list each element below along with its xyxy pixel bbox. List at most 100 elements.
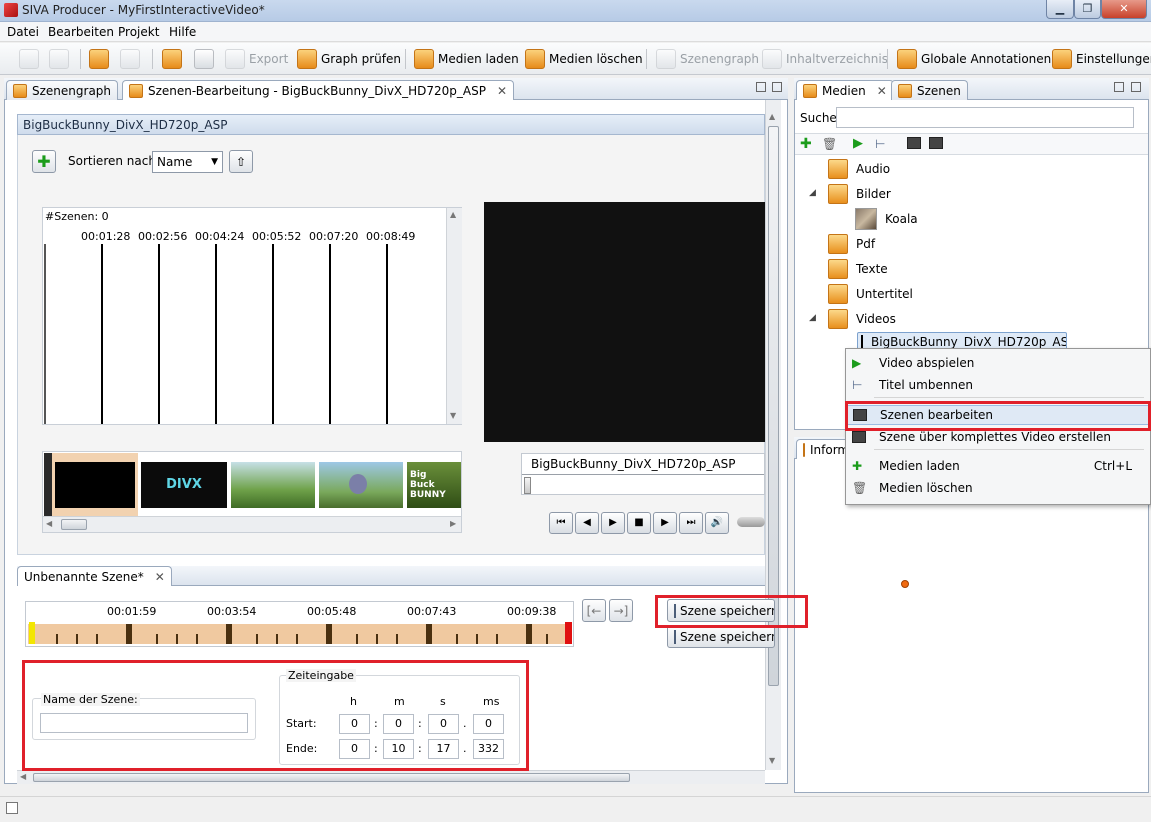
- thumbnail[interactable]: [319, 462, 403, 508]
- close-tab-icon[interactable]: ✕: [155, 570, 165, 584]
- close-button[interactable]: ✕: [1101, 0, 1147, 19]
- section-header: BigBuckBunny_DivX_HD720p_ASP: [17, 114, 765, 135]
- video-seek-slider[interactable]: [524, 477, 531, 494]
- title-bar: SIVA Producer - MyFirstInteractiveVideo*…: [0, 0, 1151, 22]
- save-all-button[interactable]: [49, 47, 69, 71]
- thumbnail-selected[interactable]: [52, 453, 138, 517]
- sort-label: Sortieren nach:: [68, 154, 160, 168]
- graph-check-button[interactable]: Graph prüfen: [297, 47, 401, 71]
- menu-datei[interactable]: Datei: [7, 25, 39, 39]
- volume-icon[interactable]: 🔊: [705, 512, 729, 534]
- start-marker[interactable]: [29, 622, 35, 644]
- play-icon[interactable]: ▶: [601, 512, 625, 534]
- menu-item-video-abspielen[interactable]: ▶ Video abspielen: [846, 353, 1150, 373]
- tab-informationen[interactable]: Informationen: [796, 439, 850, 460]
- menu-bearbeiten[interactable]: Bearbeiten: [48, 25, 114, 39]
- menu-item-titel-umbennen[interactable]: ⊢ Titel umbennen: [846, 375, 1150, 395]
- delete-media-button[interactable]: Medien löschen: [525, 47, 643, 71]
- video-preview: [484, 202, 765, 442]
- tab-szenen-bearbeitung[interactable]: Szenen-Bearbeitung - BigBuckBunny_DivX_H…: [122, 80, 515, 101]
- clapper-icon[interactable]: [907, 137, 921, 149]
- thumbnail[interactable]: DIVX: [141, 462, 227, 508]
- timeline-track[interactable]: [28, 624, 572, 644]
- tree-item-audio[interactable]: Audio: [828, 158, 890, 180]
- tab-medien[interactable]: Medien ✕: [796, 80, 894, 101]
- redo-button[interactable]: [120, 47, 140, 71]
- app-icon: [4, 3, 18, 17]
- load-media-button[interactable]: Medien laden: [414, 47, 519, 71]
- thumbnail[interactable]: Big Buck BUNNY: [407, 462, 461, 508]
- play-icon[interactable]: ▶: [853, 136, 863, 151]
- fast-view-icon[interactable]: [6, 802, 18, 814]
- thumbnail[interactable]: [231, 462, 315, 508]
- maximize-view-icon[interactable]: [772, 82, 782, 92]
- rename-icon[interactable]: ⊢: [875, 137, 885, 151]
- maximize-button[interactable]: ❐: [1074, 0, 1101, 19]
- menu-projekt[interactable]: Projekt: [118, 25, 159, 39]
- scene-graph-button[interactable]: Szenengraph: [656, 47, 759, 71]
- vertical-scrollbar[interactable]: ▲ ▼: [446, 208, 462, 424]
- scrollbar-thumb[interactable]: [61, 519, 87, 530]
- editor-horizontal-scrollbar[interactable]: ◀: [17, 770, 765, 784]
- skip-start-icon[interactable]: ⏮: [549, 512, 573, 534]
- videos-icon: [828, 309, 848, 329]
- tab-unbenannte-szene[interactable]: Unbenannte Szene* ✕: [17, 566, 172, 586]
- step-forward-icon[interactable]: ▶: [653, 512, 677, 534]
- media-icon: [803, 84, 817, 98]
- add-scene-button[interactable]: ✚: [32, 150, 56, 173]
- menu-item-medien-laden[interactable]: ✚ Medien laden Ctrl+L: [846, 456, 1150, 476]
- subtitle-icon: [828, 284, 848, 304]
- set-end-button[interactable]: →]: [609, 599, 633, 622]
- tree-item-koala[interactable]: Koala: [855, 208, 918, 230]
- maximize-view-icon[interactable]: [1131, 82, 1141, 92]
- sort-select[interactable]: Name ▼: [152, 151, 223, 173]
- minimize-view-icon[interactable]: [756, 82, 766, 92]
- add-icon[interactable]: ✚: [800, 136, 812, 152]
- timeline-tick: [329, 244, 331, 424]
- audio-icon: [828, 159, 848, 179]
- minimize-button[interactable]: ▁: [1046, 0, 1074, 19]
- close-tab-icon[interactable]: ✕: [877, 84, 887, 98]
- expand-icon[interactable]: ◢: [809, 188, 816, 198]
- save-scene-button-2[interactable]: Szene speichern: [667, 625, 775, 648]
- settings-button[interactable]: Einstellungen: [1052, 47, 1151, 71]
- save-button[interactable]: [162, 47, 182, 71]
- step-back-icon[interactable]: ◀: [575, 512, 599, 534]
- play-icon: ▶: [852, 356, 862, 370]
- tab-szenengraph[interactable]: Szenengraph: [6, 80, 119, 101]
- trash-icon[interactable]: 🗑: [822, 137, 837, 151]
- menu-hilfe[interactable]: Hilfe: [169, 25, 196, 39]
- window-title: SIVA Producer - MyFirstInteractiveVideo*: [22, 3, 265, 17]
- search-input[interactable]: [836, 107, 1134, 128]
- minimize-view-icon[interactable]: [1114, 82, 1124, 92]
- tree-item-texte[interactable]: Texte: [828, 258, 888, 280]
- scrollbar-thumb[interactable]: [33, 773, 630, 782]
- close-tab-icon[interactable]: ✕: [497, 84, 507, 98]
- new-button[interactable]: [19, 47, 39, 71]
- stop-icon[interactable]: ■: [627, 512, 651, 534]
- tree-item-pdf[interactable]: Pdf: [828, 233, 875, 255]
- expand-icon[interactable]: ◢: [809, 313, 816, 323]
- save-as-button[interactable]: [194, 47, 214, 71]
- sort-order-button[interactable]: ⇧: [229, 150, 253, 173]
- global-annotations-button[interactable]: Globale Annotationen: [897, 47, 1051, 71]
- volume-slider[interactable]: [737, 517, 765, 527]
- end-marker[interactable]: [565, 622, 572, 644]
- undo-icon: [89, 49, 109, 69]
- clapper-all-icon[interactable]: [929, 137, 943, 149]
- export-button[interactable]: Export: [225, 47, 288, 71]
- menu-item-medien-loeschen[interactable]: 🗑 Medien löschen: [846, 478, 1150, 498]
- tab-szenen[interactable]: Szenen: [891, 80, 968, 101]
- skip-end-icon[interactable]: ⏭: [679, 512, 703, 534]
- status-bar: [0, 796, 1151, 822]
- graph-check-icon: [297, 49, 317, 69]
- tree-item-bilder[interactable]: Bilder: [828, 183, 891, 205]
- tree-item-videos[interactable]: Videos: [828, 308, 896, 330]
- toc-button[interactable]: Inhaltverzeichnis: [762, 47, 888, 71]
- editor-vertical-scrollbar[interactable]: ▲ ▼: [765, 100, 781, 770]
- graph-node[interactable]: [901, 580, 909, 588]
- horizontal-scrollbar[interactable]: ◀ ▶: [43, 516, 461, 532]
- set-start-button[interactable]: [←: [582, 599, 606, 622]
- undo-button[interactable]: [89, 47, 109, 71]
- tree-item-untertitel[interactable]: Untertitel: [828, 283, 913, 305]
